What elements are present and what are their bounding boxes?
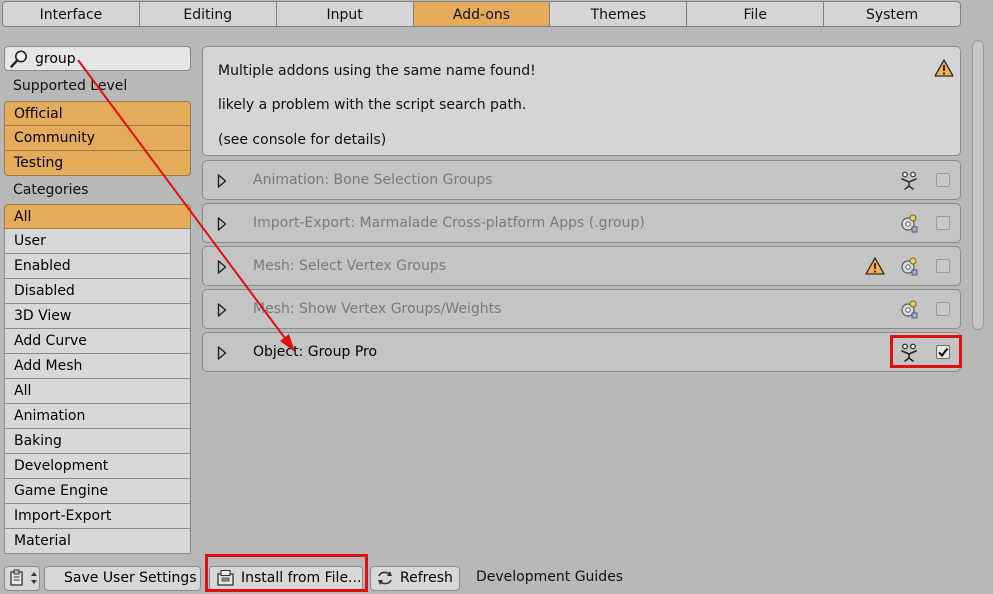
refresh-button[interactable]: Refresh — [370, 566, 460, 591]
support-community-toggle[interactable]: Community — [4, 126, 191, 151]
addon-row-select-vertex-groups: Mesh: Select Vertex Groups — [202, 246, 961, 286]
expand-triangle-icon[interactable] — [217, 174, 227, 188]
category-item-import-export[interactable]: Import-Export — [4, 504, 191, 529]
community-support-icon — [901, 343, 917, 362]
community-support-icon — [901, 171, 917, 190]
refresh-label: Refresh — [400, 570, 453, 586]
save-user-settings-button[interactable]: Save User Settings — [44, 566, 201, 591]
preferences-menu-button[interactable] — [4, 566, 40, 591]
expand-triangle-icon[interactable] — [217, 217, 227, 231]
addon-name: Object: Group Pro — [253, 344, 378, 360]
updown-arrows-icon — [31, 572, 37, 584]
addon-enable-checkbox[interactable] — [936, 302, 950, 316]
category-item-development[interactable]: Development — [4, 454, 191, 479]
category-item-animation[interactable]: Animation — [4, 404, 191, 429]
warning-line-3: (see console for details) — [218, 132, 387, 148]
tab-input[interactable]: Input — [276, 1, 414, 27]
official-support-icon — [901, 257, 918, 276]
content-scrollbar[interactable] — [972, 40, 984, 330]
category-item-user[interactable]: User — [4, 229, 191, 254]
install-from-file-label: Install from File... — [241, 570, 362, 586]
tab-interface[interactable]: Interface — [2, 1, 140, 27]
categories-list: All User Enabled Disabled 3D View Add Cu… — [4, 204, 191, 556]
official-support-icon — [901, 214, 918, 233]
addon-name: Mesh: Show Vertex Groups/Weights — [253, 301, 502, 317]
tab-file[interactable]: File — [687, 1, 825, 27]
category-item-material[interactable]: Material — [4, 529, 191, 554]
expand-triangle-icon[interactable] — [217, 260, 227, 274]
development-guides-link[interactable]: Development Guides — [476, 569, 623, 585]
category-item-add-mesh[interactable]: Add Mesh — [4, 354, 191, 379]
addon-enable-checkbox[interactable] — [936, 345, 950, 359]
warning-line-1: Multiple addons using the same name foun… — [218, 63, 536, 79]
expand-triangle-icon[interactable] — [217, 346, 227, 360]
category-item-add-curve[interactable]: Add Curve — [4, 329, 191, 354]
preferences-tabs: Interface Editing Input Add-ons Themes F… — [2, 1, 962, 27]
tab-system[interactable]: System — [824, 1, 962, 27]
clipboard-icon — [10, 569, 23, 586]
category-item-disabled[interactable]: Disabled — [4, 279, 191, 304]
addon-row-marmalade: Import-Export: Marmalade Cross-platform … — [202, 203, 961, 243]
addon-row-group-pro: Object: Group Pro — [202, 332, 961, 372]
addon-enable-checkbox[interactable] — [936, 259, 950, 273]
category-item-3d-view[interactable]: 3D View — [4, 304, 191, 329]
search-value: group — [35, 50, 76, 67]
supported-level-label: Supported Level — [13, 78, 128, 94]
support-official-toggle[interactable]: Official — [4, 101, 191, 126]
addon-row-show-vertex-groups: Mesh: Show Vertex Groups/Weights — [202, 289, 961, 329]
addon-name: Import-Export: Marmalade Cross-platform … — [253, 215, 645, 231]
addon-name: Animation: Bone Selection Groups — [253, 172, 493, 188]
preferences-window: Interface Editing Input Add-ons Themes F… — [0, 0, 993, 594]
warning-icon — [934, 59, 954, 77]
refresh-icon — [378, 571, 392, 585]
warning-icon — [865, 257, 885, 275]
addon-search-input[interactable]: group — [4, 46, 191, 71]
tab-themes[interactable]: Themes — [550, 1, 688, 27]
expand-triangle-icon[interactable] — [217, 303, 227, 317]
categories-label: Categories — [13, 182, 89, 198]
install-from-file-button[interactable]: Install from File... — [209, 566, 363, 591]
duplicate-addon-warning: Multiple addons using the same name foun… — [202, 46, 961, 156]
addon-name: Mesh: Select Vertex Groups — [253, 258, 447, 274]
addon-enable-checkbox[interactable] — [936, 173, 950, 187]
addon-row-bone-selection-groups: Animation: Bone Selection Groups — [202, 160, 961, 200]
support-testing-toggle[interactable]: Testing — [4, 151, 191, 176]
supported-level-group: Official Community Testing — [4, 101, 191, 176]
warning-line-2: likely a problem with the script search … — [218, 97, 527, 113]
save-user-settings-label: Save User Settings — [64, 570, 197, 586]
category-item-game-engine[interactable]: Game Engine — [4, 479, 191, 504]
tab-editing[interactable]: Editing — [139, 1, 277, 27]
category-item-baking[interactable]: Baking — [4, 429, 191, 454]
official-support-icon — [901, 300, 918, 319]
checkmark-icon — [938, 347, 949, 358]
preferences-footer: Save User Settings Install from File... … — [0, 554, 993, 594]
package-icon — [217, 569, 234, 586]
tab-addons[interactable]: Add-ons — [413, 1, 551, 27]
addon-enable-checkbox[interactable] — [936, 216, 950, 230]
search-icon — [10, 50, 27, 68]
category-item-enabled[interactable]: Enabled — [4, 254, 191, 279]
category-item-all-2[interactable]: All — [4, 379, 191, 404]
category-item-all[interactable]: All — [4, 204, 191, 229]
